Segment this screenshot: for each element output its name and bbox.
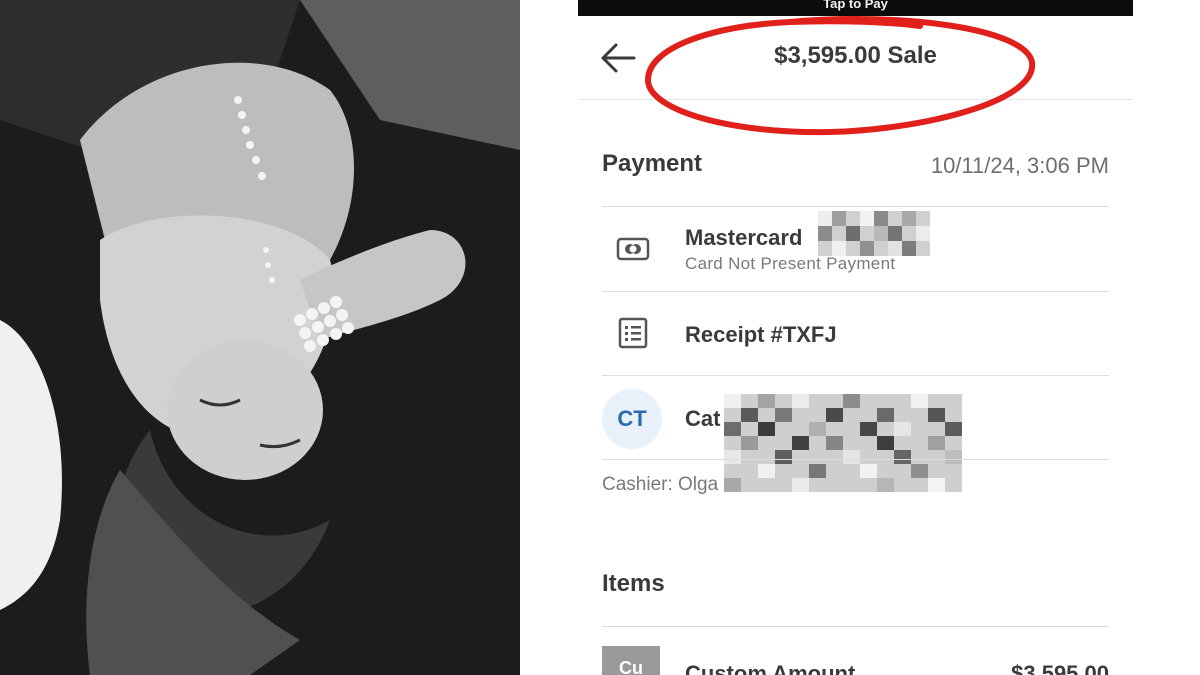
portrait-photo xyxy=(0,0,520,675)
receipt-row[interactable]: Receipt #TXFJ xyxy=(602,291,1109,375)
payment-section-header: Payment 10/11/24, 3:06 PM xyxy=(602,150,1109,178)
customer-avatar: CT xyxy=(602,389,662,449)
cashier-label: Cashier: Olga xyxy=(602,474,719,495)
transaction-detail-screen: Tap to Pay $3,595.00 Sale Payment 10/11/… xyxy=(578,0,1133,675)
card-payment-type: Card Not Present Payment xyxy=(685,254,896,273)
items-divider xyxy=(602,626,1109,627)
divider xyxy=(602,459,1109,460)
screen-header: $3,595.00 Sale xyxy=(578,16,1133,100)
tap-to-pay-label: Tap to Pay xyxy=(823,0,888,11)
receipt-list-icon xyxy=(618,317,648,349)
card-row[interactable]: Mastercard Card Not Present Payment xyxy=(602,206,1109,291)
item-name: Custom Amount xyxy=(685,661,856,675)
redacted-customer-name xyxy=(724,394,962,492)
card-icon xyxy=(616,237,650,261)
tap-to-pay-bar[interactable]: Tap to Pay xyxy=(578,0,1133,16)
customer-name: Cat xyxy=(685,406,721,431)
customer-row[interactable]: CT Cat xyxy=(602,375,1109,492)
item-thumbnail: Cu xyxy=(602,646,660,675)
redacted-card-number xyxy=(818,211,930,256)
payment-datetime: 10/11/24, 3:06 PM xyxy=(930,153,1109,178)
items-heading: Items xyxy=(602,570,665,597)
item-price: $3,595.00 xyxy=(1011,661,1109,675)
receipt-number: Receipt #TXFJ xyxy=(685,322,837,347)
sale-amount-title: $3,595.00 Sale xyxy=(774,42,937,69)
card-brand: Mastercard xyxy=(685,225,803,250)
